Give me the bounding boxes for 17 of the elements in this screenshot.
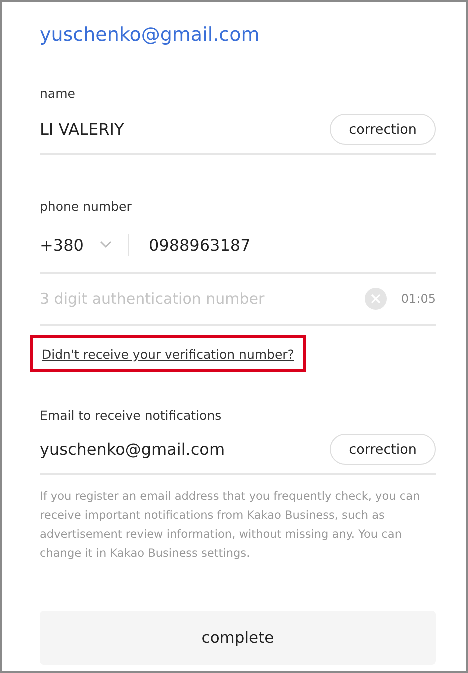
clear-icon[interactable] xyxy=(365,288,388,310)
notify-email-label: Email to receive notifications xyxy=(40,408,223,423)
help-text: If you register an email address that you frequently check, you can receive important notifications from Kakao Business, such as advertisement review information, without missing any. You can change it in Kakao Business settings. xyxy=(40,489,422,562)
name-label: name xyxy=(40,86,76,101)
phone-label: phone number xyxy=(40,199,133,214)
auth-number-field[interactable]: 3 digit authentication number xyxy=(40,290,366,308)
complete-button[interactable]: complete xyxy=(40,611,436,665)
country-code[interactable]: +380 xyxy=(40,236,84,254)
phone-value: 0988963187 xyxy=(148,236,252,254)
notify-email-value: yuschenko@gmail.com xyxy=(40,440,226,458)
chevron-down-icon[interactable] xyxy=(100,241,112,249)
correction-button[interactable]: correction xyxy=(330,434,436,464)
account-email: yuschenko@gmail.com xyxy=(40,24,261,46)
correction-button[interactable]: correction xyxy=(330,114,436,144)
name-value: LI VALERIY xyxy=(40,120,126,138)
resend-link[interactable]: Didn't receive your verification number? xyxy=(42,347,294,362)
timer: 01:05 xyxy=(401,292,436,306)
